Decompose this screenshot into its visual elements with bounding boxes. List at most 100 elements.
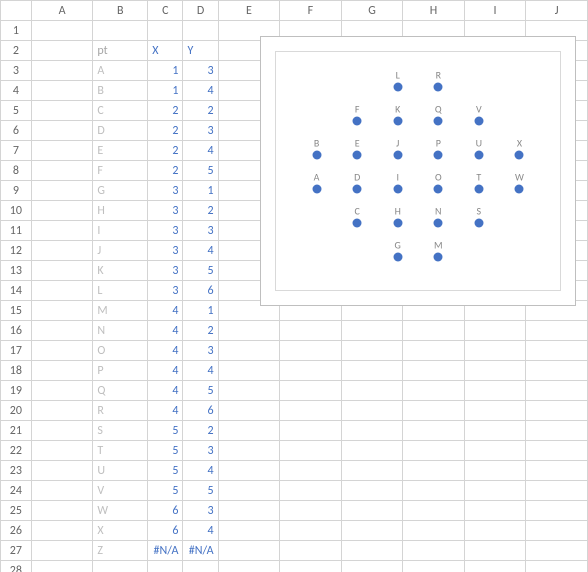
- cell[interactable]: E: [93, 141, 148, 161]
- cell[interactable]: [31, 81, 93, 101]
- cell[interactable]: [341, 541, 403, 561]
- cell[interactable]: 4: [148, 301, 183, 321]
- cell[interactable]: T: [93, 441, 148, 461]
- row-header[interactable]: 11: [1, 221, 32, 241]
- cell[interactable]: I: [93, 221, 148, 241]
- chart-point[interactable]: R: [434, 81, 443, 92]
- cell[interactable]: [280, 561, 342, 572]
- cell[interactable]: [526, 461, 588, 481]
- cell[interactable]: K: [93, 261, 148, 281]
- cell[interactable]: [31, 281, 93, 301]
- cell[interactable]: [280, 341, 342, 361]
- cell[interactable]: [526, 441, 588, 461]
- cell[interactable]: [31, 401, 93, 421]
- chart-point[interactable]: P: [434, 149, 443, 160]
- cell[interactable]: 3: [183, 341, 218, 361]
- cell[interactable]: 3: [148, 281, 183, 301]
- cell[interactable]: #N/A: [148, 541, 183, 561]
- row-header[interactable]: 5: [1, 101, 32, 121]
- cell[interactable]: [464, 421, 526, 441]
- cell[interactable]: S: [93, 421, 148, 441]
- cell[interactable]: [526, 541, 588, 561]
- cell[interactable]: Q: [93, 381, 148, 401]
- row-header[interactable]: 4: [1, 81, 32, 101]
- cell[interactable]: 5: [183, 161, 218, 181]
- cell[interactable]: 3: [148, 221, 183, 241]
- cell[interactable]: [31, 41, 93, 61]
- cell[interactable]: [280, 521, 342, 541]
- column-header[interactable]: I: [464, 1, 526, 21]
- cell[interactable]: 2: [183, 201, 218, 221]
- column-header[interactable]: B: [93, 1, 148, 21]
- cell[interactable]: 6: [148, 521, 183, 541]
- cell[interactable]: 2: [148, 141, 183, 161]
- cell[interactable]: 1: [183, 301, 218, 321]
- cell[interactable]: W: [93, 501, 148, 521]
- cell[interactable]: [341, 381, 403, 401]
- cell[interactable]: Y: [183, 41, 218, 61]
- cell[interactable]: 5: [148, 421, 183, 441]
- cell[interactable]: 4: [148, 361, 183, 381]
- column-header[interactable]: J: [526, 1, 588, 21]
- cell[interactable]: [464, 441, 526, 461]
- cell[interactable]: [31, 381, 93, 401]
- cell[interactable]: [93, 21, 148, 41]
- cell[interactable]: [280, 381, 342, 401]
- cell[interactable]: [526, 401, 588, 421]
- cell[interactable]: [148, 561, 183, 572]
- cell[interactable]: 5: [183, 381, 218, 401]
- row-header[interactable]: 9: [1, 181, 32, 201]
- cell[interactable]: [464, 341, 526, 361]
- cell[interactable]: [31, 321, 93, 341]
- chart-point[interactable]: Q: [434, 115, 443, 126]
- column-header[interactable]: A: [31, 1, 93, 21]
- cell[interactable]: [341, 561, 403, 572]
- cell[interactable]: J: [93, 241, 148, 261]
- cell[interactable]: [280, 501, 342, 521]
- cell[interactable]: V: [93, 481, 148, 501]
- cell[interactable]: [464, 461, 526, 481]
- cell[interactable]: [31, 261, 93, 281]
- cell[interactable]: [31, 361, 93, 381]
- cell[interactable]: [341, 441, 403, 461]
- cell[interactable]: 5: [148, 481, 183, 501]
- cell[interactable]: 3: [183, 61, 218, 81]
- cell[interactable]: [341, 341, 403, 361]
- chart-point[interactable]: H: [393, 217, 402, 228]
- column-header[interactable]: C: [148, 1, 183, 21]
- cell[interactable]: [464, 561, 526, 572]
- cell[interactable]: 4: [183, 521, 218, 541]
- cell[interactable]: [526, 361, 588, 381]
- column-header[interactable]: F: [280, 1, 342, 21]
- cell[interactable]: [93, 561, 148, 572]
- cell[interactable]: [526, 321, 588, 341]
- cell[interactable]: P: [93, 361, 148, 381]
- cell[interactable]: [148, 21, 183, 41]
- cell[interactable]: [526, 481, 588, 501]
- cell[interactable]: 5: [183, 481, 218, 501]
- select-all-corner[interactable]: [1, 1, 32, 21]
- cell[interactable]: 3: [148, 181, 183, 201]
- cell[interactable]: [218, 361, 280, 381]
- chart-point[interactable]: D: [353, 183, 362, 194]
- cell[interactable]: 3: [183, 441, 218, 461]
- cell[interactable]: 2: [183, 421, 218, 441]
- cell[interactable]: [341, 321, 403, 341]
- cell[interactable]: [280, 321, 342, 341]
- cell[interactable]: [218, 481, 280, 501]
- cell[interactable]: [31, 461, 93, 481]
- cell[interactable]: [31, 341, 93, 361]
- cell[interactable]: 4: [148, 341, 183, 361]
- cell[interactable]: 3: [183, 221, 218, 241]
- cell[interactable]: [31, 561, 93, 572]
- cell[interactable]: [218, 541, 280, 561]
- cell[interactable]: [403, 561, 465, 572]
- cell[interactable]: [464, 501, 526, 521]
- cell[interactable]: 4: [183, 81, 218, 101]
- cell[interactable]: 4: [183, 361, 218, 381]
- row-header[interactable]: 19: [1, 381, 32, 401]
- cell[interactable]: [341, 401, 403, 421]
- cell[interactable]: Z: [93, 541, 148, 561]
- chart-point[interactable]: F: [353, 115, 362, 126]
- cell[interactable]: 2: [183, 321, 218, 341]
